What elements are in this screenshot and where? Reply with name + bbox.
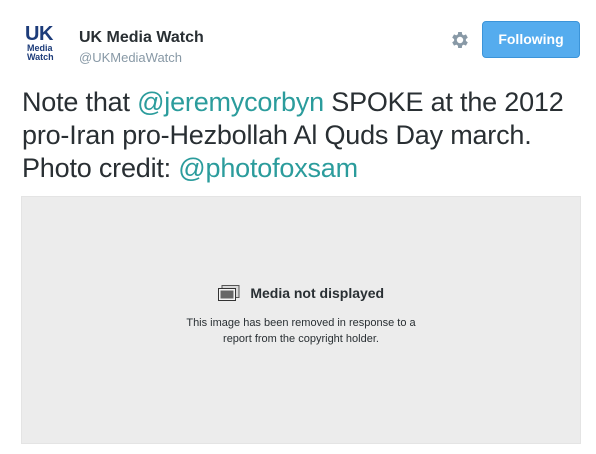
media-description: This image has been removed in response … [22,315,580,347]
image-icon [217,284,240,301]
user-display-name[interactable]: UK Media Watch [79,28,204,48]
mention-link-jeremycorbyn[interactable]: @jeremycorbyn [137,87,324,117]
tweet-text: Note that @jeremycorbyn SPOKE at the 201… [22,86,582,185]
avatar[interactable]: UK Media Watch [22,22,68,68]
tweet-card: UK Media Watch UK Media Watch @UKMediaWa… [0,0,596,454]
media-description-line: This image has been removed in response … [186,317,416,329]
media-placeholder: Media not displayed This image has been … [21,196,581,444]
tweet-text-segment: Note that [22,87,138,117]
user-handle[interactable]: @UKMediaWatch [79,50,182,66]
avatar-logo-watch: Watch [27,52,54,62]
following-button[interactable]: Following [482,21,580,58]
media-description-line: report from the copyright holder. [223,333,379,345]
gear-icon[interactable] [449,29,471,51]
avatar-logo-uk: UK [25,23,53,45]
media-title: Media not displayed [250,284,385,301]
mention-link-photofoxsam[interactable]: @photofoxsam [178,153,358,183]
media-title-row: Media not displayed [22,284,580,302]
